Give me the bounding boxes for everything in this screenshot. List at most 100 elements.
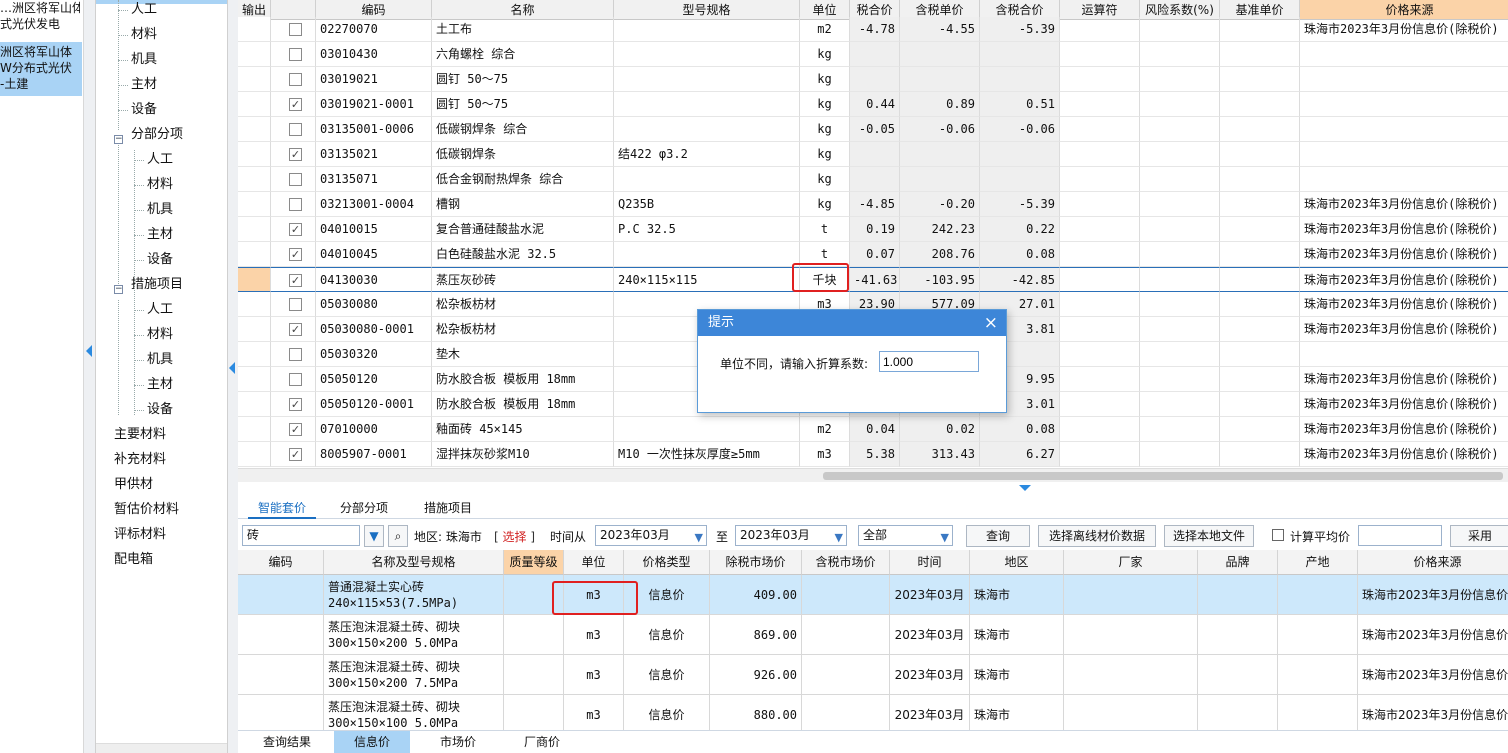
lower-header-price[interactable]: 除税市场价 xyxy=(710,550,802,575)
cell-b[interactable] xyxy=(900,42,980,67)
lower-cell-src[interactable]: 珠海市2023年3月份信息价 xyxy=(1358,695,1508,730)
cell-b[interactable]: -0.20 xyxy=(900,192,980,217)
cell-a[interactable] xyxy=(850,167,900,192)
cell-op[interactable] xyxy=(1060,67,1140,92)
cell-code[interactable]: 04010045 xyxy=(316,242,432,267)
tree-item[interactable]: 甲供材 xyxy=(114,475,153,495)
cell-code[interactable]: 04130030 xyxy=(316,267,432,292)
cell-op[interactable] xyxy=(1060,442,1140,467)
tab-vendor-price[interactable]: 厂商价 xyxy=(506,731,578,753)
cell-name[interactable]: 湿拌抹灰砂浆M10 xyxy=(432,442,614,467)
cell-b[interactable] xyxy=(900,167,980,192)
output-checkbox-cell[interactable] xyxy=(271,167,316,192)
cell-src[interactable] xyxy=(1300,92,1508,117)
tree-item[interactable]: 措施项目 xyxy=(131,275,183,295)
tab-query-result[interactable]: 查询结果 xyxy=(252,731,322,753)
lower-cell-taxed[interactable] xyxy=(802,695,890,730)
cell-spec[interactable] xyxy=(614,242,800,267)
lower-cell-type[interactable]: 信息价 xyxy=(624,575,710,615)
output-checkbox-cell[interactable] xyxy=(271,292,316,317)
cell-spec[interactable] xyxy=(614,92,800,117)
lower-header-type[interactable]: 价格类型 xyxy=(624,550,710,575)
cell-spec[interactable] xyxy=(614,67,800,92)
cell-unit[interactable]: kg xyxy=(800,92,850,117)
lower-cell-vendor[interactable] xyxy=(1064,695,1198,730)
output-checkbox-cell[interactable]: ✓ xyxy=(271,92,316,117)
cell-base[interactable] xyxy=(1220,317,1300,342)
tree-item[interactable]: 主材 xyxy=(147,375,173,395)
output-checkbox-cell[interactable] xyxy=(271,67,316,92)
lower-cell-taxed[interactable] xyxy=(802,615,890,655)
cell-src[interactable]: 珠海市2023年3月份信息价(除税价) xyxy=(1300,192,1508,217)
cell-src[interactable] xyxy=(1300,167,1508,192)
cell-base[interactable] xyxy=(1220,442,1300,467)
cell-unit[interactable]: kg xyxy=(800,192,850,217)
cell-name[interactable]: 圆钉 50～75 xyxy=(432,92,614,117)
cell-op[interactable] xyxy=(1060,292,1140,317)
cell-spec[interactable]: Q235B xyxy=(614,192,800,217)
cell-b[interactable]: 208.76 xyxy=(900,242,980,267)
lower-cell-src[interactable]: 珠海市2023年3月份信息价 xyxy=(1358,655,1508,695)
cell-base[interactable] xyxy=(1220,242,1300,267)
cell-unit[interactable]: kg xyxy=(800,117,850,142)
lower-cell-brand[interactable] xyxy=(1198,575,1278,615)
cell-risk[interactable] xyxy=(1140,267,1220,292)
search-icon[interactable]: ⌕ xyxy=(388,525,408,547)
output-checkbox[interactable] xyxy=(289,123,302,136)
cell-c[interactable] xyxy=(980,142,1060,167)
lower-cell-price[interactable]: 869.00 xyxy=(710,615,802,655)
cell-name[interactable]: 圆钉 50～75 xyxy=(432,67,614,92)
cell-risk[interactable] xyxy=(1140,67,1220,92)
scroll-thumb[interactable] xyxy=(823,472,1503,480)
cell-spec[interactable] xyxy=(614,42,800,67)
lower-cell-region[interactable]: 珠海市 xyxy=(970,695,1064,730)
close-icon[interactable]: × xyxy=(984,312,998,334)
cell-name[interactable]: 六角螺栓 综合 xyxy=(432,42,614,67)
lower-cell-brand[interactable] xyxy=(1198,655,1278,695)
lower-cell-brand[interactable] xyxy=(1198,615,1278,655)
cell-name[interactable]: 松杂板枋材 xyxy=(432,292,614,317)
cell-src[interactable] xyxy=(1300,42,1508,67)
cell-spec[interactable] xyxy=(614,17,800,42)
scope-select[interactable]: 全部 ▼ xyxy=(858,525,953,546)
lower-cell-origin[interactable] xyxy=(1278,575,1358,615)
cell-src[interactable] xyxy=(1300,142,1508,167)
lower-cell-time[interactable]: 2023年03月 xyxy=(890,575,970,615)
cell-src[interactable]: 珠海市2023年3月份信息价(除税价) xyxy=(1300,442,1508,467)
output-checkbox[interactable] xyxy=(289,173,302,186)
cell-spec[interactable]: M10 一次性抹灰厚度≥5mm xyxy=(614,442,800,467)
cell-unit[interactable]: m2 xyxy=(800,17,850,42)
query-button[interactable]: 查询 xyxy=(966,525,1030,547)
cell-c[interactable] xyxy=(980,167,1060,192)
cell-base[interactable] xyxy=(1220,17,1300,42)
cell-base[interactable] xyxy=(1220,217,1300,242)
avg-value-input[interactable] xyxy=(1358,525,1442,546)
cell-src[interactable]: 珠海市2023年3月份信息价(除税价) xyxy=(1300,217,1508,242)
lower-cell-code[interactable] xyxy=(238,695,324,730)
cell-b[interactable]: 242.23 xyxy=(900,217,980,242)
cell-a[interactable]: -0.05 xyxy=(850,117,900,142)
tree-scrollbar[interactable] xyxy=(96,743,227,753)
region-select-link[interactable]: 选择 xyxy=(503,530,527,544)
cell-name[interactable]: 防水胶合板 模板用 18mm xyxy=(432,392,614,417)
cell-op[interactable] xyxy=(1060,242,1140,267)
cell-b[interactable]: 0.89 xyxy=(900,92,980,117)
cell-risk[interactable] xyxy=(1140,367,1220,392)
lower-cell-vendor[interactable] xyxy=(1064,655,1198,695)
lower-cell-src[interactable]: 珠海市2023年3月份信息价 xyxy=(1358,615,1508,655)
cell-risk[interactable] xyxy=(1140,92,1220,117)
lower-cell-time[interactable]: 2023年03月 xyxy=(890,655,970,695)
cell-a[interactable]: -4.78 xyxy=(850,17,900,42)
cell-src[interactable]: 珠海市2023年3月份信息价(除税价) xyxy=(1300,242,1508,267)
output-checkbox-cell[interactable] xyxy=(271,367,316,392)
output-checkbox-cell[interactable]: ✓ xyxy=(271,317,316,342)
cell-src[interactable]: 珠海市2023年3月份信息价(除税价) xyxy=(1300,267,1508,292)
cell-a[interactable]: 0.07 xyxy=(850,242,900,267)
lower-cell-code[interactable] xyxy=(238,615,324,655)
output-checkbox[interactable]: ✓ xyxy=(289,423,302,436)
cell-risk[interactable] xyxy=(1140,117,1220,142)
tree-item[interactable]: 材料 xyxy=(131,25,157,45)
cell-name[interactable]: 土工布 xyxy=(432,17,614,42)
lower-cell-origin[interactable] xyxy=(1278,655,1358,695)
cell-op[interactable] xyxy=(1060,267,1140,292)
